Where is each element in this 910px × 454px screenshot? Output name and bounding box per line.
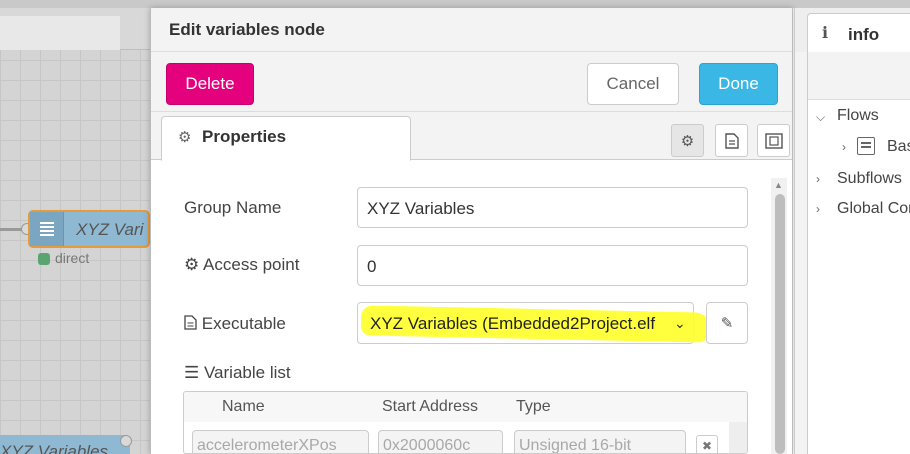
info-icon: i [822,23,829,42]
column-name: Name [222,398,265,415]
tab-properties-label: Properties [202,127,287,146]
tree-item-subflows[interactable]: Subflows [837,170,902,188]
node-status-text: direct [55,250,90,266]
gear-icon: ⚙ [178,129,192,146]
variable-table-header: Name Start Address Type [184,392,747,422]
tree-item-flow[interactable]: Bas [887,138,910,156]
executable-label: Executable [184,314,286,334]
cancel-button[interactable]: Cancel [587,63,679,105]
appearance-icon [764,132,783,149]
variable-name-input[interactable]: accelerometerXPos [192,430,369,453]
flow-workspace[interactable]: XYZ Vari direct XYZ Variables [0,0,150,454]
sidebar-tabbar: i info [795,8,910,53]
node-appearance-button[interactable] [757,124,790,157]
tray-header: Edit variables node [151,8,792,52]
access-point-label: ⚙ Access point [184,255,299,275]
node-2-label: XYZ Variables [0,442,109,454]
node-label: XYZ Vari [76,220,144,239]
chevron-right-icon[interactable]: › [842,140,846,154]
executable-select-value: XYZ Variables (Embedded2Project.elf [370,314,656,333]
node-status: direct [38,250,89,266]
gear-icon: ⚙ [680,132,695,150]
tray-title: Edit variables node [169,20,325,39]
variable-table: Name Start Address Type accelerometerXPo… [183,391,748,454]
tab-info[interactable]: i info [807,13,910,53]
node-2-output-port[interactable] [120,435,132,447]
column-type: Type [516,398,551,415]
variable-start-address-input[interactable]: 0x2000060c [378,430,503,453]
tray-tabs: ⚙ Properties ⚙ [151,112,792,161]
tab-properties[interactable]: ⚙ Properties [161,116,411,161]
variables-node[interactable]: XYZ Vari [28,210,150,248]
chevron-down-icon[interactable]: ⌵ [816,110,825,125]
node-description-button[interactable] [715,124,748,157]
flow-icon [857,137,875,155]
chevron-down-icon: ⌄ [674,315,686,331]
tab-info-label: info [848,25,880,44]
access-point-label-text: Access point [203,255,300,274]
top-bar [0,0,910,8]
variable-list-label-text: Variable list [203,363,291,382]
gear-icon: ⚙ [184,255,200,274]
executable-label-text: Executable [201,314,286,333]
info-sidebar: i info ⌵ Flows › Bas › Subflows › Global… [794,8,910,454]
variable-type-value: Unsigned 16-bit [519,437,632,454]
list-icon: ☰ [184,363,200,382]
variable-type-select[interactable]: Unsigned 16-bit [514,430,686,454]
edit-executable-button[interactable]: ✎ [706,302,748,344]
workspace-tab[interactable] [0,16,120,50]
chevron-right-icon[interactable]: › [816,172,820,186]
edit-tray: Edit variables node Delete Cancel Done ⚙… [150,8,793,454]
scroll-up-icon[interactable]: ▲ [774,180,783,190]
info-toolbar [808,52,910,100]
document-icon [184,315,197,330]
delete-button[interactable]: Delete [166,63,254,105]
info-panel: ⌵ Flows › Bas › Subflows › Global Con [807,52,910,454]
remove-row-button[interactable]: ✖ [696,435,718,453]
document-icon [724,132,739,149]
pencil-icon: ✎ [720,315,734,332]
table-scrollbar[interactable] [729,422,747,453]
variable-list-label: ☰ Variable list [184,363,291,383]
group-name-label: Group Name [184,198,282,217]
list-icon [30,212,64,246]
tree-item-global[interactable]: Global Con [837,200,910,218]
close-icon: ✖ [701,439,713,453]
access-point-input[interactable]: 0 [357,245,748,286]
node-properties-button[interactable]: ⚙ [671,124,704,157]
tray-toolbar: Delete Cancel Done [151,52,792,112]
done-button[interactable]: Done [699,63,778,105]
tree-item-flows[interactable]: Flows [837,107,879,125]
status-dot [38,253,50,265]
column-start-address: Start Address [382,398,479,415]
tray-scrollbar-thumb[interactable] [775,194,785,454]
chevron-right-icon[interactable]: › [816,202,820,216]
workspace-tabbar [0,8,150,50]
group-name-input[interactable]: XYZ Variables [357,187,748,228]
